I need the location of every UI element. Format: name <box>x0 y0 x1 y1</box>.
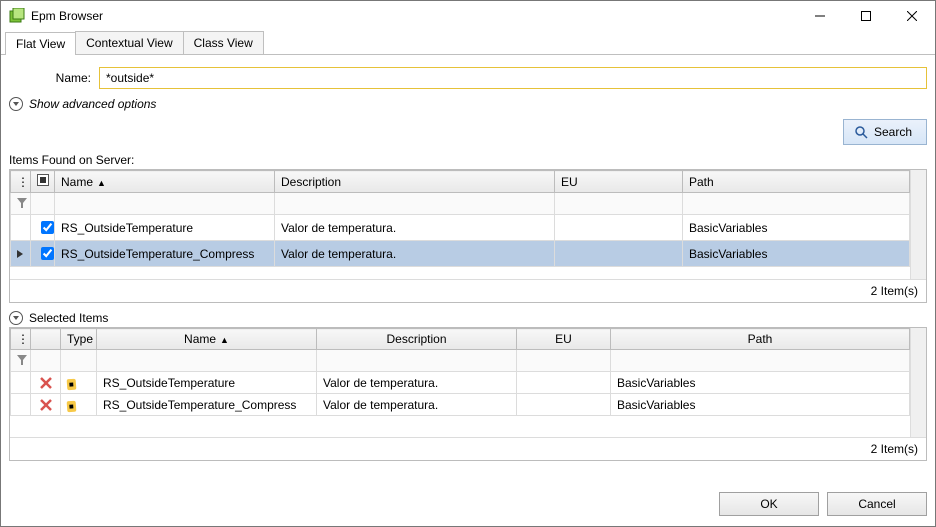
window-title: Epm Browser <box>31 9 103 23</box>
filter-name-input[interactable] <box>97 350 317 372</box>
table-row[interactable]: RS_OutsideTemperature Valor de temperatu… <box>11 215 910 241</box>
row-path: BasicVariables <box>611 394 910 416</box>
row-eu <box>555 241 683 267</box>
col-path[interactable]: Path <box>683 171 910 193</box>
col-type[interactable]: Type <box>61 329 97 350</box>
table-row[interactable]: ■ RS_OutsideTemperature_Compress Valor d… <box>11 394 910 416</box>
row-indicator <box>11 215 31 241</box>
advanced-options-toggle[interactable]: Show advanced options <box>9 97 927 111</box>
items-found-header-row: ⋮ Name▲ Description EU Path <box>11 171 910 193</box>
tab-flat-view[interactable]: Flat View <box>5 32 76 55</box>
row-eu <box>555 215 683 241</box>
epm-browser-window: Epm Browser Flat View Contextual View Cl… <box>0 0 936 527</box>
filter-icon[interactable] <box>11 193 31 215</box>
close-button[interactable] <box>889 1 935 31</box>
items-found-grid: ⋮ Name▲ Description EU Path <box>9 169 927 303</box>
name-label: Name: <box>9 71 99 85</box>
col-description[interactable]: Description <box>275 171 555 193</box>
col-name[interactable]: Name▲ <box>55 171 275 193</box>
window-controls <box>797 1 935 31</box>
col-path[interactable]: Path <box>611 329 910 350</box>
items-found-count: 2 Item(s) <box>10 279 926 302</box>
current-row-marker-icon <box>17 250 23 258</box>
search-button[interactable]: Search <box>843 119 927 145</box>
search-button-label: Search <box>874 125 912 139</box>
row-type-icon: ■ <box>61 372 97 394</box>
chevron-down-icon <box>9 97 23 111</box>
row-path: BasicVariables <box>683 241 910 267</box>
dialog-button-row: OK Cancel <box>1 482 935 526</box>
row-eu <box>517 394 611 416</box>
sort-asc-icon: ▲ <box>220 335 229 345</box>
col-eu[interactable]: EU <box>517 329 611 350</box>
app-icon <box>9 8 25 24</box>
grip-header: ⋮ <box>11 329 31 350</box>
ok-button[interactable]: OK <box>719 492 819 516</box>
filter-icon[interactable] <box>11 350 31 372</box>
filter-desc-input[interactable] <box>317 350 517 372</box>
row-description: Valor de temperatura. <box>317 372 517 394</box>
filter-path-input[interactable] <box>683 193 910 215</box>
check-all-header[interactable] <box>31 171 55 193</box>
titlebar: Epm Browser <box>1 1 935 31</box>
selected-items-header-row: ⋮ Type Name▲ Description EU Path <box>11 329 910 350</box>
body-area: Name: Show advanced options Search <box>1 55 935 482</box>
maximize-button[interactable] <box>843 1 889 31</box>
col-delete <box>31 329 61 350</box>
tag-icon: ■ <box>67 400 77 412</box>
search-icon <box>854 125 868 139</box>
filter-path-input[interactable] <box>611 350 910 372</box>
row-path: BasicVariables <box>611 372 910 394</box>
name-filter-row: Name: <box>9 67 927 89</box>
cancel-button[interactable]: Cancel <box>827 492 927 516</box>
view-tabs: Flat View Contextual View Class View <box>1 31 935 55</box>
row-checkbox-cell[interactable] <box>31 241 55 267</box>
items-found-label: Items Found on Server: <box>9 153 927 167</box>
row-name: RS_OutsideTemperature <box>55 215 275 241</box>
tab-class-view[interactable]: Class View <box>183 31 264 54</box>
col-eu[interactable]: EU <box>555 171 683 193</box>
search-row: Search <box>9 119 927 145</box>
filter-row <box>11 193 910 215</box>
filter-desc-input[interactable] <box>275 193 555 215</box>
selected-items-label: Selected Items <box>29 311 108 325</box>
row-name: RS_OutsideTemperature_Compress <box>55 241 275 267</box>
selected-items-toggle[interactable]: Selected Items <box>9 311 927 325</box>
tab-contextual-view[interactable]: Contextual View <box>75 31 184 54</box>
tristate-checkbox-icon <box>37 174 49 186</box>
chevron-down-icon <box>9 311 23 325</box>
row-type-icon: ■ <box>61 394 97 416</box>
sort-asc-icon: ▲ <box>97 178 106 188</box>
grip-header: ⋮ <box>11 171 31 193</box>
filter-row <box>11 350 910 372</box>
row-name: RS_OutsideTemperature <box>97 372 317 394</box>
filter-eu-input[interactable] <box>555 193 683 215</box>
row-indicator <box>11 241 31 267</box>
row-checkbox-cell[interactable] <box>31 215 55 241</box>
col-description[interactable]: Description <box>317 329 517 350</box>
filter-eu-input[interactable] <box>517 350 611 372</box>
table-row[interactable]: ■ RS_OutsideTemperature Valor de tempera… <box>11 372 910 394</box>
row-checkbox[interactable] <box>41 221 54 234</box>
row-description: Valor de temperatura. <box>275 215 555 241</box>
titlebar-left: Epm Browser <box>9 8 103 24</box>
row-description: Valor de temperatura. <box>317 394 517 416</box>
row-checkbox[interactable] <box>41 247 54 260</box>
name-input[interactable] <box>99 67 927 89</box>
tag-icon: ■ <box>67 378 77 390</box>
col-name[interactable]: Name▲ <box>97 329 317 350</box>
row-description: Valor de temperatura. <box>275 241 555 267</box>
selected-items-count: 2 Item(s) <box>10 437 926 460</box>
selected-items-grid: ⋮ Type Name▲ Description EU Path <box>9 327 927 461</box>
remove-item-button[interactable] <box>31 394 61 416</box>
remove-item-button[interactable] <box>31 372 61 394</box>
table-row[interactable]: RS_OutsideTemperature_Compress Valor de … <box>11 241 910 267</box>
row-path: BasicVariables <box>683 215 910 241</box>
row-name: RS_OutsideTemperature_Compress <box>97 394 317 416</box>
minimize-button[interactable] <box>797 1 843 31</box>
advanced-options-label: Show advanced options <box>29 97 156 111</box>
filter-name-input[interactable] <box>55 193 275 215</box>
row-eu <box>517 372 611 394</box>
